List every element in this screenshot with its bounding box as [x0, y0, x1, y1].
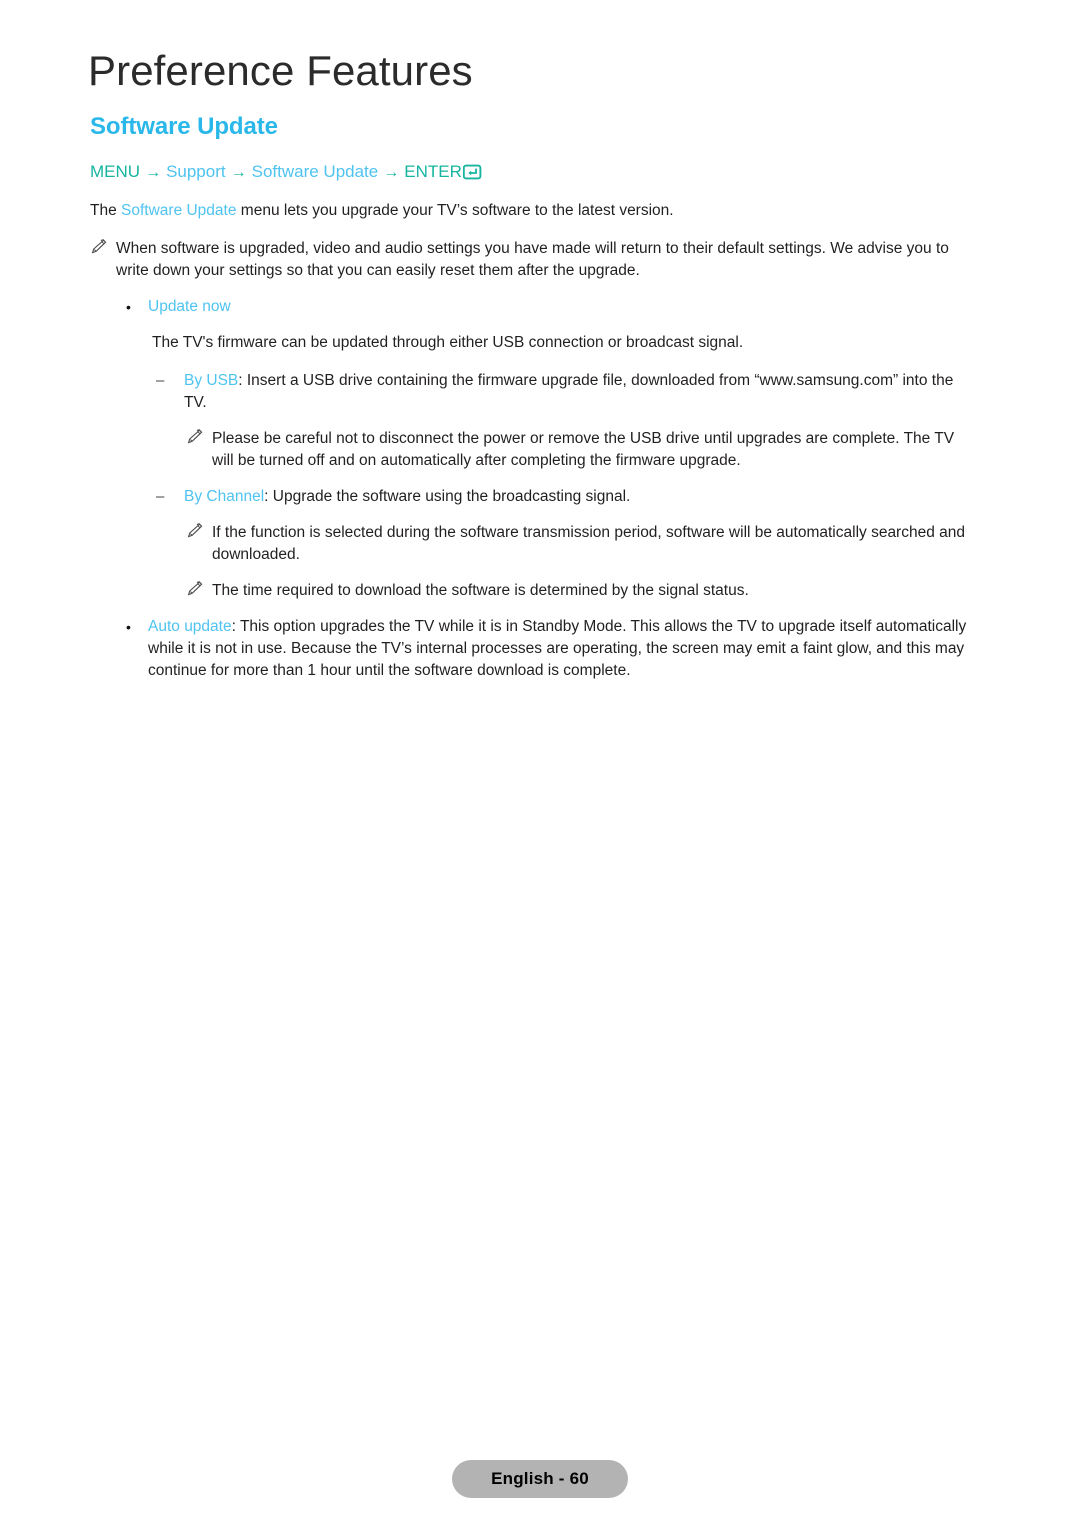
menu-path-step-menu: MENU — [90, 162, 141, 181]
page-title: Preference Features — [88, 47, 473, 94]
menu-path-breadcrumb: MENU → Support → Software Update → ENTER — [90, 160, 978, 185]
menu-path-step-enter: ENTER — [404, 162, 462, 181]
pencil-note-icon — [186, 429, 206, 444]
update-now-label: Update now — [148, 298, 231, 315]
auto-update-label: Auto update — [148, 618, 232, 635]
by-usb-label: By USB — [184, 372, 239, 389]
by-usb-text: : Insert a USB drive containing the firm… — [184, 372, 954, 411]
bullet-icon: • — [126, 619, 131, 635]
note-item: The time required to download the softwa… — [186, 580, 978, 602]
by-channel-text: : Upgrade the software using the broadca… — [264, 488, 631, 505]
pencil-note-icon — [186, 581, 206, 596]
intro-paragraph: The Software Update menu lets you upgrad… — [90, 200, 978, 222]
note-text: Please be careful not to disconnect the … — [212, 430, 955, 469]
dash-icon: – — [156, 372, 165, 389]
note-text: The time required to download the softwa… — [212, 582, 749, 599]
note-item: Please be careful not to disconnect the … — [186, 428, 978, 472]
update-now-description: The TV's firmware can be updated through… — [152, 332, 978, 354]
page-number-badge: English - 60 — [452, 1460, 628, 1498]
note-item: When software is upgraded, video and aud… — [90, 238, 978, 282]
list-item-by-channel: – By Channel: Upgrade the software using… — [152, 486, 978, 508]
by-channel-label: By Channel — [184, 488, 265, 505]
auto-update-text: : This option upgrades the TV while it i… — [148, 618, 967, 679]
pencil-note-icon — [186, 523, 206, 538]
list-item-update-now: • Update now — [120, 296, 978, 318]
list-item-by-usb: – By USB: Insert a USB drive containing … — [152, 370, 978, 414]
intro-highlight: Software Update — [121, 202, 237, 219]
note-text: If the function is selected during the s… — [212, 524, 965, 563]
note-item: If the function is selected during the s… — [186, 522, 978, 566]
update-now-description-text: The TV's firmware can be updated through… — [152, 334, 744, 351]
menu-path-step-software-update: Software Update — [251, 162, 379, 181]
enter-key-icon — [462, 164, 482, 180]
arrow-right-icon: → — [145, 164, 162, 181]
bullet-icon: • — [126, 299, 131, 315]
dash-icon: – — [156, 488, 165, 505]
arrow-right-icon: → — [230, 164, 247, 181]
intro-text-after: menu lets you upgrade your TV’s software… — [236, 202, 674, 219]
section-heading: Software Update — [90, 113, 278, 140]
list-item-auto-update: • Auto update: This option upgrades the … — [120, 616, 978, 682]
intro-text-before: The — [90, 202, 122, 219]
arrow-right-icon: → — [383, 164, 400, 181]
content-column: MENU → Support → Software Update → ENTER The S… — [90, 160, 978, 696]
note-text: When software is upgraded, video and aud… — [116, 240, 949, 279]
document-page: Preference Features Software Update MENU… — [0, 0, 1080, 1534]
menu-path-step-support: Support — [166, 162, 226, 181]
pencil-note-icon — [90, 239, 110, 254]
